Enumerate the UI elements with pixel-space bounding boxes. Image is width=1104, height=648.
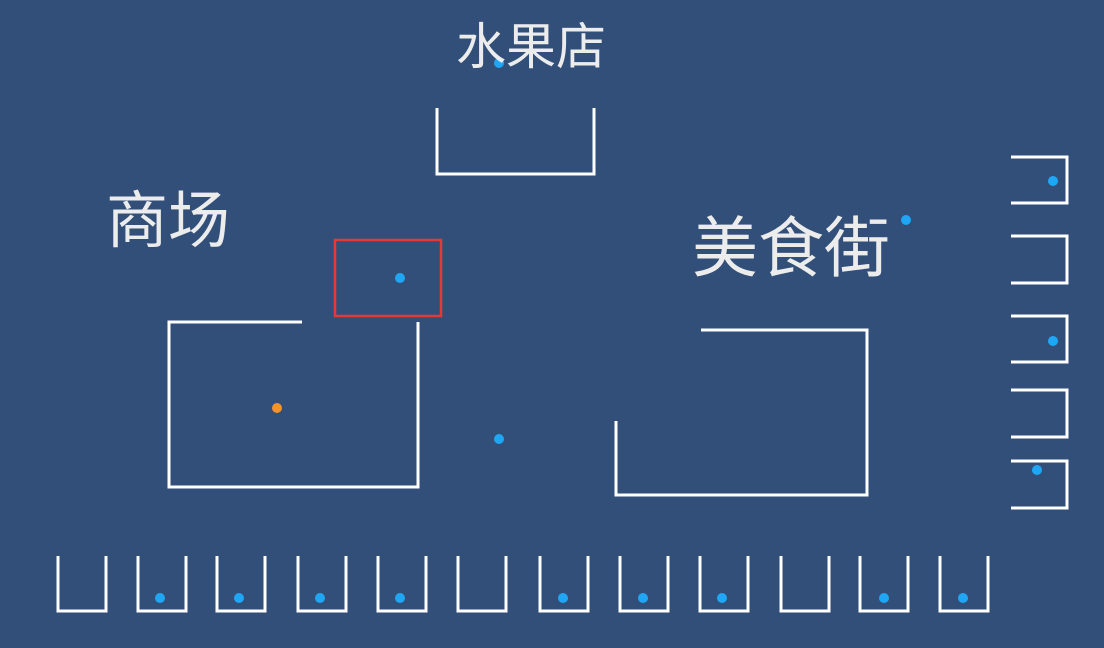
target-dot[interactable] — [315, 593, 325, 603]
target-dot[interactable] — [717, 593, 727, 603]
bottom-slot — [698, 556, 750, 613]
target-dot[interactable] — [901, 215, 911, 225]
fruit-shop-wall — [435, 108, 596, 176]
mall-wall — [167, 320, 420, 489]
right-slot — [1011, 388, 1069, 439]
bottom-slot — [215, 556, 267, 613]
selection-box[interactable] — [333, 238, 443, 318]
target-dot[interactable] — [1032, 465, 1042, 475]
right-slot — [1011, 234, 1069, 285]
map-canvas — [56, 58, 1069, 613]
bottom-slot — [376, 556, 428, 613]
target-dot[interactable] — [879, 593, 889, 603]
game-scene: 水果店 商场 美食街 — [0, 0, 1104, 644]
food-street-label: 美食街 — [692, 210, 890, 287]
bottom-slot — [456, 556, 508, 613]
target-dot[interactable] — [234, 593, 244, 603]
bottom-slot — [779, 556, 831, 613]
bottom-slot — [136, 556, 188, 613]
food-street-wall — [614, 328, 869, 497]
target-dot[interactable] — [558, 593, 568, 603]
target-dot[interactable] — [395, 273, 405, 283]
bottom-slot — [56, 556, 108, 613]
mall-label: 商场 — [106, 184, 231, 257]
agent-dot[interactable] — [272, 403, 282, 413]
fruit-shop-label: 水果店 — [456, 18, 606, 76]
right-slot — [1011, 155, 1069, 205]
target-dot[interactable] — [395, 593, 405, 603]
right-slot — [1011, 314, 1069, 364]
target-dot[interactable] — [1048, 336, 1058, 346]
target-dot[interactable] — [494, 434, 504, 444]
target-dot[interactable] — [155, 593, 165, 603]
target-dot[interactable] — [1048, 176, 1058, 186]
target-dot[interactable] — [638, 593, 648, 603]
target-dot[interactable] — [958, 593, 968, 603]
bottom-slot — [296, 556, 348, 613]
